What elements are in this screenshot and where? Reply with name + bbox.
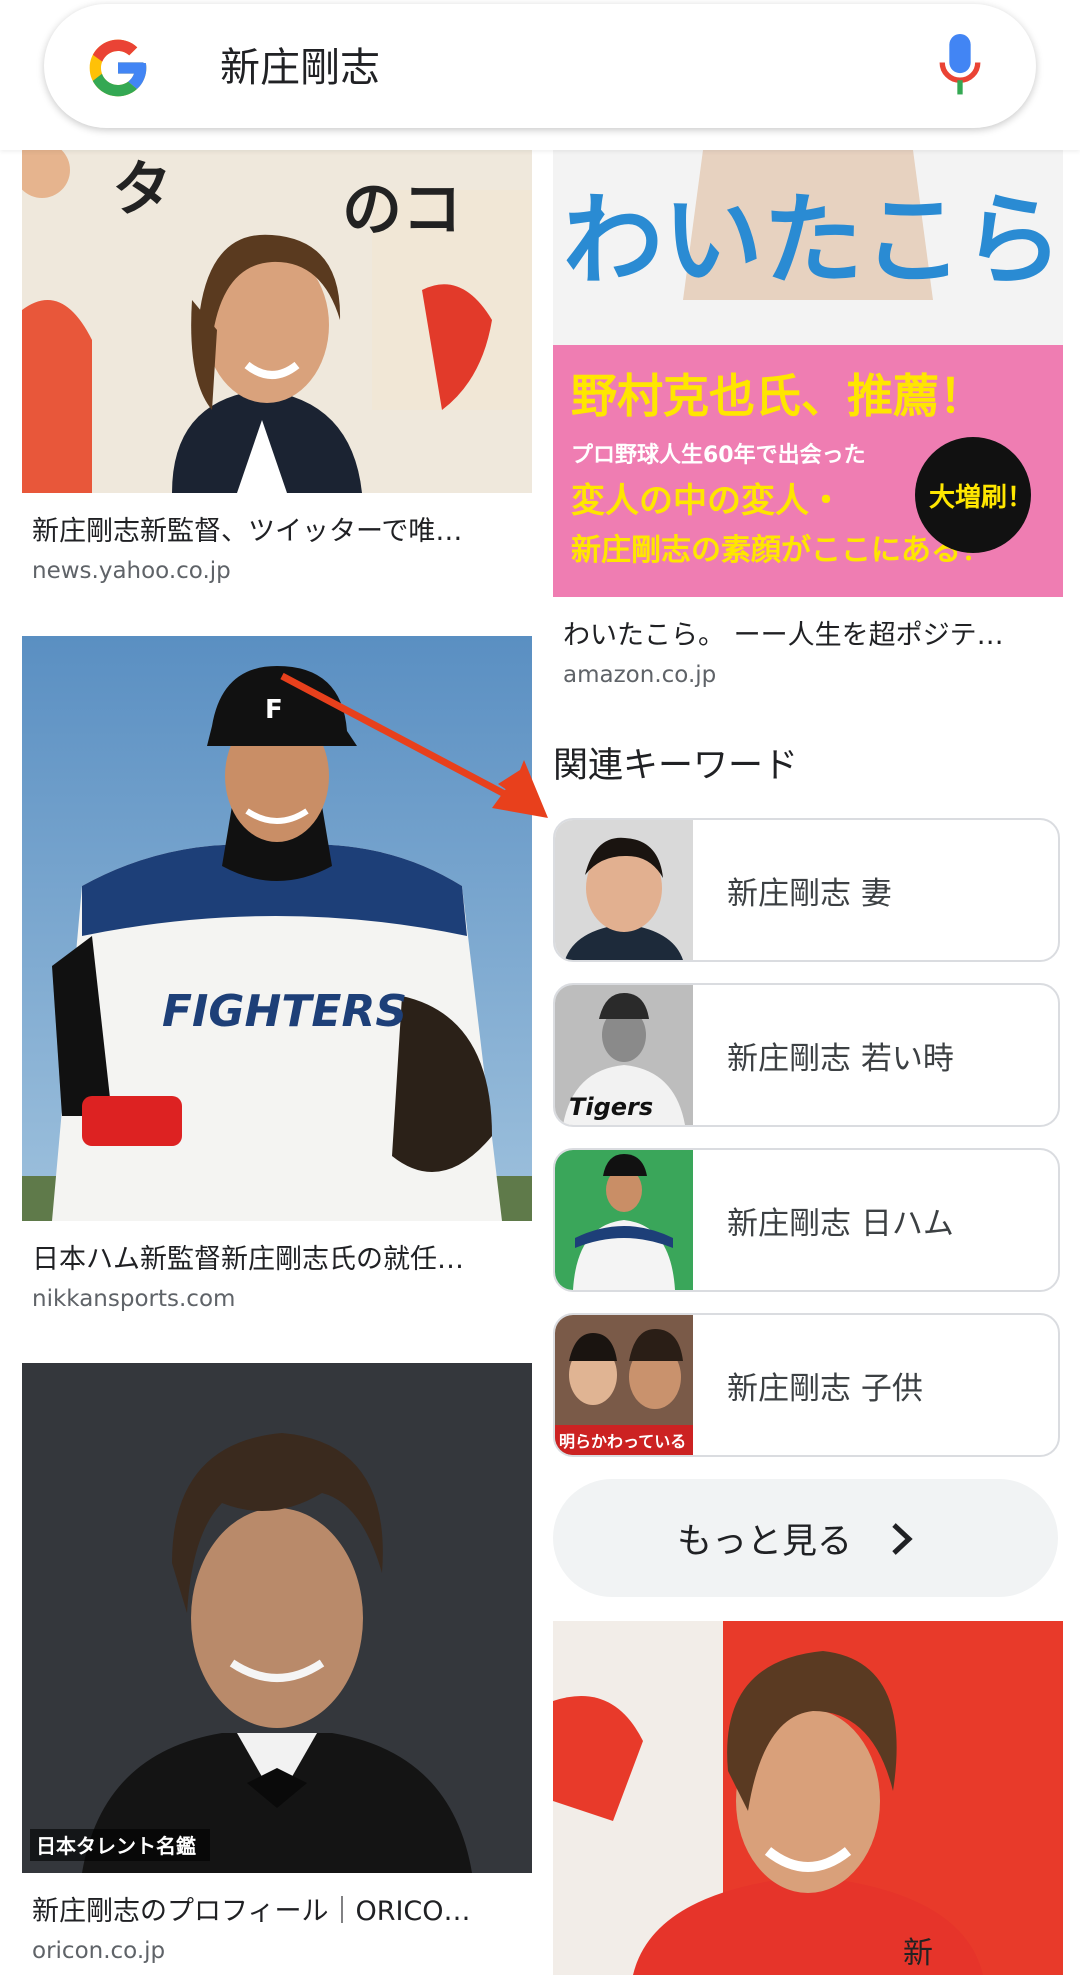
- related-keyword-label: 新庄剛志 若い時: [727, 1041, 954, 1077]
- result-image[interactable]: FIGHTERS F: [22, 636, 532, 1221]
- result-image[interactable]: タ のコ: [22, 150, 532, 493]
- chevron-right-icon: [892, 1523, 913, 1555]
- related-keyword-item[interactable]: Tigers 新庄剛志 若い時: [553, 983, 1060, 1127]
- svg-text:F: F: [265, 695, 283, 725]
- image-result-card[interactable]: 日本タレント名鑑 新庄剛志のプロフィール｜ORICO… oricon.co.jp: [22, 1363, 532, 1964]
- result-source[interactable]: amazon.co.jp: [553, 662, 1063, 688]
- more-button-label: もっと見る: [677, 1522, 853, 1562]
- more-button[interactable]: もっと見る: [553, 1479, 1058, 1597]
- book-blurb-line-1: 野村克也氏、推薦！: [571, 369, 985, 423]
- watermark-text: 日本タレント名鑑: [36, 1834, 196, 1858]
- result-image[interactable]: 日本タレント名鑑: [22, 1363, 532, 1873]
- result-caption[interactable]: わいたこら。 ーー人生を超ポジテ…: [553, 613, 1058, 652]
- image-result-card[interactable]: タ のコ 新庄剛志新監督、ツイッターで唯… news.yahoo.co.jp: [22, 150, 532, 584]
- related-keyword-label: 新庄剛志 日ハム: [727, 1206, 954, 1242]
- result-source[interactable]: oricon.co.jp: [22, 1938, 532, 1964]
- image-result-card[interactable]: わいたこら。 野村克也氏、推薦！ プロ野球人生60年で出会った 変人の中の変人・…: [553, 150, 1063, 688]
- book-blurb-line-3: 変人の中の変人・: [571, 481, 843, 521]
- related-keyword-item[interactable]: 新庄剛志 日ハム: [553, 1148, 1060, 1292]
- image-result-card[interactable]: FIGHTERS F 日本ハム新監督新庄剛志氏の就任… nikkansports…: [22, 636, 532, 1312]
- top-bar: 新庄剛志: [0, 0, 1080, 150]
- search-bar[interactable]: 新庄剛志: [44, 4, 1036, 128]
- result-caption[interactable]: 新庄剛志新監督、ツイッターで唯…: [22, 509, 527, 548]
- thumb-caption-text: 明らかわっている: [559, 1432, 686, 1451]
- book-blurb-line-2: プロ野球人生60年で出会った: [571, 442, 866, 468]
- result-caption[interactable]: 新庄剛志のプロフィール｜ORICO…: [22, 1889, 527, 1928]
- image-sign-text-2: のコ: [342, 175, 462, 245]
- result-source[interactable]: nikkansports.com: [22, 1286, 532, 1312]
- result-image[interactable]: 新: [553, 1621, 1063, 1975]
- image-sign-text: タ: [112, 155, 172, 225]
- shirt-text: 新: [903, 1936, 933, 1971]
- related-keyword-thumb: [555, 820, 693, 960]
- related-keyword-thumb: Tigers: [555, 985, 693, 1125]
- book-blurb-line-4: 新庄剛志の素顔がここにある！: [571, 533, 991, 568]
- related-keyword-item[interactable]: 新庄剛志 妻: [553, 818, 1060, 962]
- result-caption[interactable]: 日本ハム新監督新庄剛志氏の就任…: [22, 1237, 527, 1276]
- related-keywords-heading: 関連キーワード: [553, 746, 799, 786]
- related-keyword-thumb: [555, 1150, 693, 1290]
- related-keyword-thumb: 明らかわっている: [555, 1315, 693, 1455]
- related-keyword-item[interactable]: 明らかわっている 新庄剛志 子供: [553, 1313, 1060, 1457]
- search-query[interactable]: 新庄剛志: [220, 40, 380, 96]
- image-result-card[interactable]: 新: [553, 1621, 1063, 1975]
- result-source[interactable]: news.yahoo.co.jp: [22, 558, 532, 584]
- book-title-text: わいたこら。: [563, 182, 1063, 299]
- google-logo-icon[interactable]: [84, 34, 152, 102]
- related-keyword-label: 新庄剛志 子供: [727, 1371, 923, 1407]
- related-keyword-label: 新庄剛志 妻: [727, 876, 892, 912]
- jersey-text: FIGHTERS: [162, 986, 407, 1037]
- microphone-icon[interactable]: [938, 34, 982, 98]
- book-badge-text: 大増刷！: [929, 483, 1033, 513]
- thumb-jersey-text: Tigers: [569, 1093, 653, 1121]
- result-image[interactable]: わいたこら。 野村克也氏、推薦！ プロ野球人生60年で出会った 変人の中の変人・…: [553, 150, 1063, 597]
